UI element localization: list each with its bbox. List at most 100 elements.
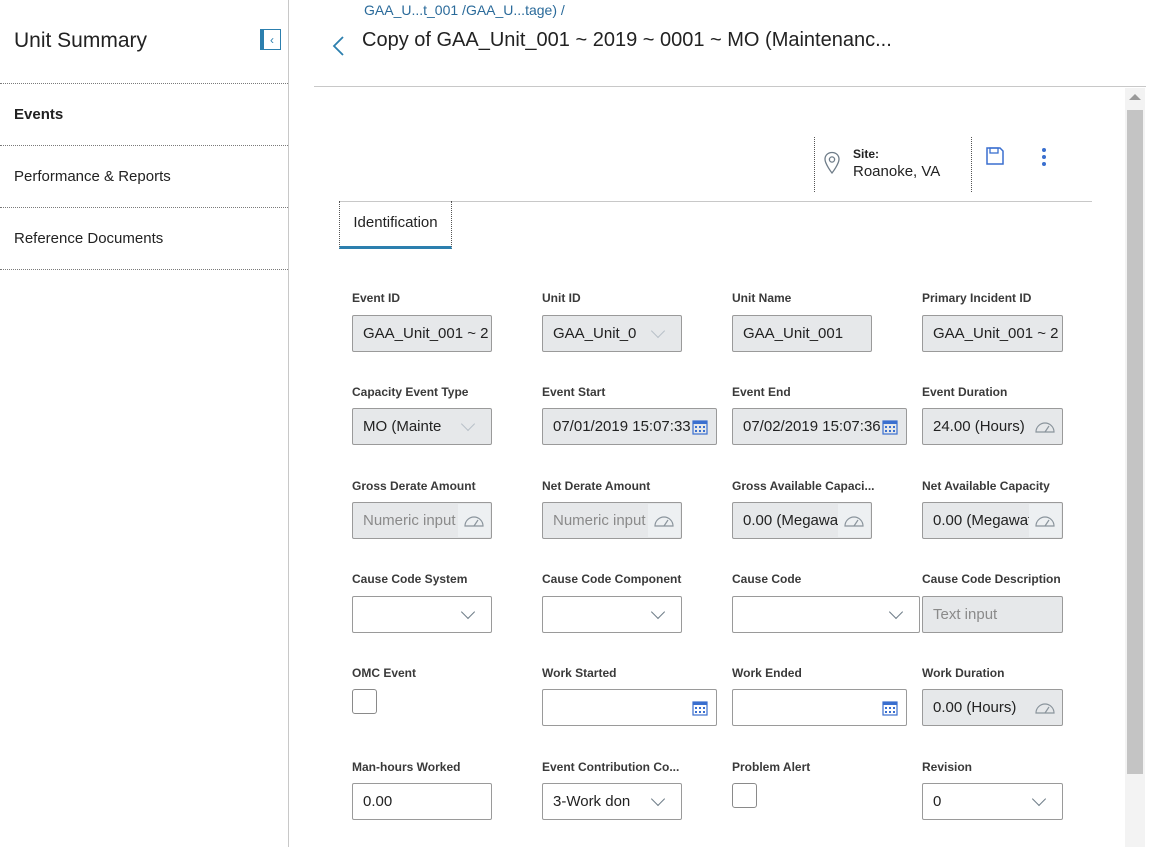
unit-id-select[interactable]: GAA_Unit_0 — [542, 315, 682, 352]
chevron-left-icon[interactable] — [329, 34, 349, 58]
unit-name-value: GAA_Unit_001 — [743, 325, 844, 342]
scrollbar[interactable] — [1125, 88, 1145, 847]
event-contribution-code-select[interactable]: 3-Work don — [542, 783, 682, 820]
gauge-icon — [1029, 504, 1061, 537]
calendar-icon[interactable] — [882, 418, 898, 435]
cause-code-system-select[interactable] — [352, 596, 492, 633]
event-contribution-code-value: 3-Work don — [553, 793, 631, 810]
collapse-sidebar-icon[interactable]: ‹ — [260, 29, 281, 50]
chevron-down-icon — [650, 791, 666, 807]
cause-code-component-select[interactable] — [542, 596, 682, 633]
unit-name-field[interactable]: GAA_Unit_001 — [732, 315, 872, 352]
gross-derate-amount-input[interactable]: Numeric input — [352, 502, 492, 539]
gross-available-capacity-field[interactable]: 0.00 (Megawatts) — [732, 502, 872, 539]
cause-code-description-placeholder: Text input — [933, 606, 998, 623]
sidebar-item-events[interactable]: Events — [0, 84, 288, 146]
gross-available-capacity-value: 0.00 (Megawatts) — [743, 512, 847, 529]
gauge-icon — [838, 504, 870, 537]
breadcrumb[interactable]: GAA_U...t_001 /GAA_U...tage) / — [364, 2, 565, 18]
net-derate-amount-input[interactable]: Numeric input — [542, 502, 682, 539]
work-started-label: Work Started — [542, 666, 617, 680]
event-contribution-code-label: Event Contribution Co... — [542, 760, 680, 774]
chevron-down-icon — [650, 323, 666, 339]
primary-incident-id-field[interactable]: GAA_Unit_001 ~ 2 — [922, 315, 1063, 352]
event-end-value: 07/02/2019 15:07:36 — [743, 418, 881, 435]
more-vertical-icon[interactable] — [1038, 146, 1050, 168]
cause-code-select[interactable] — [732, 596, 920, 633]
sidebar-header: Unit Summary ‹ — [0, 0, 288, 84]
cause-code-description-label: Cause Code Description — [922, 572, 1061, 586]
sidebar-title: Unit Summary — [14, 29, 148, 52]
unit-name-label: Unit Name — [732, 291, 792, 305]
map-pin-icon — [824, 151, 840, 175]
save-icon[interactable] — [985, 146, 1005, 166]
site-label: Site: — [853, 147, 880, 161]
work-ended-label: Work Ended — [732, 666, 802, 680]
revision-label: Revision — [922, 760, 973, 774]
work-started-field[interactable] — [542, 689, 717, 726]
net-available-capacity-label: Net Available Capacity — [922, 479, 1050, 493]
man-hours-worked-value: 0.00 — [363, 793, 393, 810]
event-start-value: 07/01/2019 15:07:33 — [553, 418, 691, 435]
problem-alert-label: Problem Alert — [732, 760, 811, 774]
work-duration-field[interactable]: 0.00 (Hours) — [922, 689, 1063, 726]
event-id-value: GAA_Unit_001 ~ 2 — [363, 325, 489, 342]
work-duration-label: Work Duration — [922, 666, 1005, 680]
net-available-capacity-field[interactable]: 0.00 (Megawatts) — [922, 502, 1063, 539]
work-duration-value: 0.00 (Hours) — [933, 699, 1017, 716]
event-start-field[interactable]: 07/01/2019 15:07:33 — [542, 408, 717, 445]
event-id-field[interactable]: GAA_Unit_001 ~ 2 — [352, 315, 492, 352]
header-divider — [314, 86, 1146, 87]
primary-incident-id-value: GAA_Unit_001 ~ 2 — [933, 325, 1059, 342]
problem-alert-checkbox[interactable] — [732, 783, 757, 808]
capacity-event-type-value: MO (Mainte — [363, 418, 442, 435]
cause-code-component-label: Cause Code Component — [542, 572, 682, 586]
scroll-thumb[interactable] — [1127, 110, 1143, 774]
calendar-icon[interactable] — [882, 699, 898, 716]
event-duration-label: Event Duration — [922, 385, 1008, 399]
calendar-icon[interactable] — [692, 418, 708, 435]
scroll-up-arrow-icon[interactable] — [1129, 94, 1141, 100]
omc-event-label: OMC Event — [352, 666, 417, 680]
capacity-event-type-select[interactable]: MO (Mainte — [352, 408, 492, 445]
chevron-down-icon — [460, 604, 476, 620]
gauge-icon — [648, 504, 680, 537]
calendar-icon[interactable] — [692, 699, 708, 716]
site-value: Roanoke, VA — [853, 163, 941, 180]
sidebar-item-reference-documents[interactable]: Reference Documents — [0, 208, 288, 270]
primary-incident-id-label: Primary Incident ID — [922, 291, 1032, 305]
sidebar-item-performance-reports[interactable]: Performance & Reports — [0, 146, 288, 208]
cause-code-label: Cause Code — [732, 572, 802, 586]
chevron-down-icon — [650, 604, 666, 620]
cause-code-description-input[interactable]: Text input — [922, 596, 1063, 633]
work-ended-field[interactable] — [732, 689, 907, 726]
unit-id-value: GAA_Unit_0 — [553, 325, 637, 342]
chevron-down-icon — [460, 416, 476, 432]
gross-derate-amount-label: Gross Derate Amount — [352, 479, 476, 493]
unit-id-label: Unit ID — [542, 291, 581, 305]
capacity-event-type-label: Capacity Event Type — [352, 385, 469, 399]
gross-available-capacity-label: Gross Available Capaci... — [732, 479, 875, 493]
event-start-label: Event Start — [542, 385, 606, 399]
omc-event-checkbox[interactable] — [352, 689, 377, 714]
page-title: Copy of GAA_Unit_001 ~ 2019 ~ 0001 ~ MO … — [362, 29, 892, 51]
net-derate-amount-label: Net Derate Amount — [542, 479, 651, 493]
tab-identification[interactable]: Identification — [339, 201, 452, 249]
gauge-icon — [1029, 410, 1061, 443]
sidebar: Unit Summary ‹ Events Performance & Repo… — [0, 0, 289, 847]
gauge-icon — [1029, 691, 1061, 724]
gross-derate-amount-placeholder: Numeric input — [363, 512, 456, 529]
event-end-label: Event End — [732, 385, 791, 399]
event-duration-field[interactable]: 24.00 (Hours) — [922, 408, 1063, 445]
net-derate-amount-placeholder: Numeric input — [553, 512, 646, 529]
event-end-field[interactable]: 07/02/2019 15:07:36 — [732, 408, 907, 445]
event-id-label: Event ID — [352, 291, 401, 305]
chevron-down-icon — [888, 604, 904, 620]
man-hours-worked-label: Man-hours Worked — [352, 760, 461, 774]
cause-code-system-label: Cause Code System — [352, 572, 468, 586]
gauge-icon — [458, 504, 490, 537]
site-block: Site: Roanoke, VA — [814, 137, 972, 192]
net-available-capacity-value: 0.00 (Megawatts) — [933, 512, 1037, 529]
revision-select[interactable]: 0 — [922, 783, 1063, 820]
man-hours-worked-input[interactable]: 0.00 — [352, 783, 492, 820]
